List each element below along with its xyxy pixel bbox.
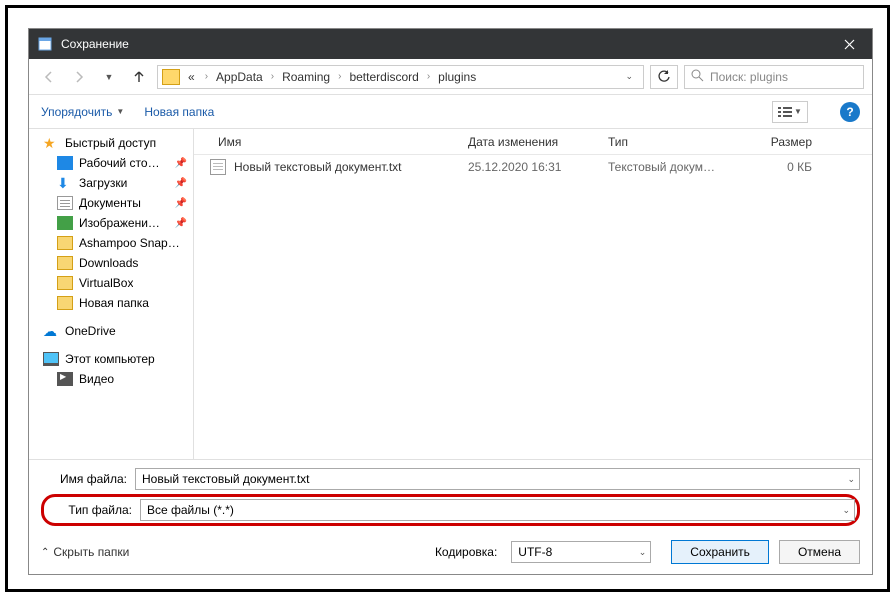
chevron-right-icon: ›	[421, 71, 436, 82]
close-button[interactable]	[827, 29, 872, 59]
pin-icon: 📌	[175, 218, 187, 229]
download-icon: ⬇	[57, 176, 73, 190]
chevron-down-icon[interactable]: ⌄	[639, 547, 647, 558]
forward-button[interactable]	[67, 65, 91, 89]
desktop-icon	[57, 156, 73, 170]
chevron-right-icon: ›	[265, 71, 280, 82]
cancel-button[interactable]: Отмена	[779, 540, 860, 564]
refresh-button[interactable]	[650, 65, 678, 89]
documents-icon	[57, 196, 73, 210]
nav-row: ▼ « › AppData › Roaming › betterdiscord …	[29, 59, 872, 95]
search-icon	[691, 69, 704, 85]
search-placeholder: Поиск: plugins	[710, 70, 788, 84]
sidebar-item-onedrive[interactable]: ☁OneDrive	[29, 321, 193, 341]
folder-icon	[57, 236, 73, 250]
filetype-select[interactable]: Все файлы (*.*)⌄	[140, 499, 855, 521]
folder-icon	[162, 69, 180, 85]
filename-input[interactable]: Новый текстовый документ.txt⌄	[135, 468, 860, 490]
chevron-down-icon[interactable]: ⌄	[842, 505, 850, 516]
save-dialog: Сохранение ▼ « › AppData › Roaming › bet…	[28, 28, 873, 575]
sidebar-item-virtualbox[interactable]: VirtualBox	[29, 273, 193, 293]
onedrive-icon: ☁	[43, 324, 59, 338]
column-name[interactable]: Имя	[210, 135, 460, 149]
file-row[interactable]: Новый текстовый документ.txt 25.12.2020 …	[194, 155, 872, 179]
sidebar-item-downloads-folder[interactable]: Downloads	[29, 253, 193, 273]
sidebar-item-pictures[interactable]: Изображени…📌	[29, 213, 193, 233]
search-input[interactable]: Поиск: plugins	[684, 65, 864, 89]
file-size: 0 КБ	[740, 160, 820, 174]
folder-icon	[57, 296, 73, 310]
back-button[interactable]	[37, 65, 61, 89]
new-folder-button[interactable]: Новая папка	[144, 105, 214, 119]
file-name: Новый текстовый документ.txt	[234, 160, 460, 174]
highlight-annotation: Тип файла: Все файлы (*.*)⌄	[41, 494, 860, 526]
encoding-select[interactable]: UTF-8⌄	[511, 541, 651, 563]
sidebar-item-quick-access[interactable]: ★Быстрый доступ	[29, 133, 193, 153]
pin-icon: 📌	[175, 198, 187, 209]
column-date[interactable]: Дата изменения	[460, 135, 600, 149]
file-area: Имя Дата изменения Тип Размер Новый текс…	[194, 129, 872, 459]
chevron-right-icon: ›	[332, 71, 347, 82]
column-type[interactable]: Тип	[600, 135, 740, 149]
pc-icon	[43, 352, 59, 366]
file-type: Текстовый докум…	[600, 160, 740, 174]
sidebar-item-documents[interactable]: Документы📌	[29, 193, 193, 213]
dialog-title: Сохранение	[61, 37, 827, 51]
sidebar-item-desktop[interactable]: Рабочий сто…📌	[29, 153, 193, 173]
recent-dropdown[interactable]: ▼	[97, 65, 121, 89]
breadcrumb[interactable]: « › AppData › Roaming › betterdiscord › …	[157, 65, 644, 89]
video-icon	[57, 372, 73, 386]
pictures-icon	[57, 216, 73, 230]
breadcrumb-dropdown[interactable]: ⌄	[617, 71, 641, 82]
folder-icon	[57, 276, 73, 290]
sidebar-item-downloads[interactable]: ⬇Загрузки📌	[29, 173, 193, 193]
pin-icon: 📌	[175, 178, 187, 189]
sidebar-item-ashampoo[interactable]: Ashampoo Snap…	[29, 233, 193, 253]
bottom-panel: Имя файла: Новый текстовый документ.txt⌄…	[29, 459, 872, 574]
chevron-down-icon[interactable]: ⌄	[847, 474, 855, 485]
pin-icon: 📌	[175, 158, 187, 169]
view-button[interactable]: ▼	[772, 101, 808, 123]
folder-icon	[57, 256, 73, 270]
hide-folders-button[interactable]: ⌃ Скрыть папки	[41, 545, 129, 559]
breadcrumb-overflow[interactable]: «	[184, 70, 199, 84]
column-headers[interactable]: Имя Дата изменения Тип Размер	[194, 129, 872, 155]
filename-label: Имя файла:	[41, 472, 135, 486]
encoding-label: Кодировка:	[435, 545, 497, 559]
text-file-icon	[210, 159, 226, 175]
save-button[interactable]: Сохранить	[671, 540, 769, 564]
up-button[interactable]	[127, 65, 151, 89]
star-icon: ★	[43, 136, 59, 150]
breadcrumb-seg[interactable]: plugins	[436, 70, 478, 84]
sidebar-item-new-folder[interactable]: Новая папка	[29, 293, 193, 313]
titlebar: Сохранение	[29, 29, 872, 59]
sidebar-item-video[interactable]: Видео	[29, 369, 193, 389]
help-button[interactable]: ?	[840, 102, 860, 122]
chevron-right-icon: ›	[199, 71, 214, 82]
column-size[interactable]: Размер	[740, 135, 820, 149]
breadcrumb-seg[interactable]: AppData	[214, 70, 265, 84]
file-date: 25.12.2020 16:31	[460, 160, 600, 174]
sidebar-item-this-pc[interactable]: Этот компьютер	[29, 349, 193, 369]
notepad-icon	[37, 36, 53, 52]
breadcrumb-seg[interactable]: betterdiscord	[347, 70, 420, 84]
filetype-label: Тип файла:	[46, 503, 140, 517]
toolbar: Упорядочить▼ Новая папка ▼ ?	[29, 95, 872, 129]
breadcrumb-seg[interactable]: Roaming	[280, 70, 332, 84]
organize-button[interactable]: Упорядочить▼	[41, 105, 124, 119]
sidebar: ★Быстрый доступ Рабочий сто…📌 ⬇Загрузки📌…	[29, 129, 194, 459]
chevron-up-icon: ⌃	[41, 547, 49, 558]
